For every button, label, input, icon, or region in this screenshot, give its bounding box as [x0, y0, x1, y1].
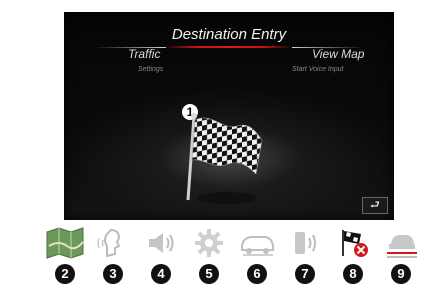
callout-3: 3	[103, 264, 123, 284]
traffic-button[interactable]: Traffic	[128, 47, 160, 61]
phone-icon	[295, 232, 316, 254]
settings-button[interactable]: 5	[188, 224, 230, 288]
callout-9: 9	[391, 264, 411, 284]
nav-screen: Destination Entry Traffic Settings View …	[64, 12, 394, 220]
callout-7: 7	[295, 264, 315, 284]
telephone-button[interactable]: 7	[284, 224, 326, 288]
callout-2: 2	[55, 264, 75, 284]
volume-icon	[149, 233, 174, 253]
callout-6: 6	[247, 264, 267, 284]
view-map-button[interactable]: View Map	[312, 47, 364, 61]
vehicle-button[interactable]: 6	[236, 224, 278, 288]
cancel-guidance-button[interactable]: 8	[332, 224, 374, 288]
callout-8: 8	[343, 264, 363, 284]
main-toolbar: 2 3 4 5 6 7 8 9	[44, 224, 434, 288]
back-button[interactable]: ⮐	[362, 197, 388, 214]
voice-button[interactable]: 3	[92, 224, 134, 288]
vehicle-icon	[241, 236, 274, 256]
callout-4: 4	[151, 264, 171, 284]
callout-5: 5	[199, 264, 219, 284]
voice-control-icon	[97, 228, 121, 258]
lane-guidance-icon	[387, 235, 417, 258]
voice-input-label: Start Voice Input	[292, 66, 344, 73]
cancel-route-icon	[342, 230, 368, 257]
audio-button[interactable]: 4	[140, 224, 182, 288]
settings-gear-icon	[195, 229, 223, 257]
title-underline	[164, 46, 294, 48]
screen-title: Destination Entry	[171, 26, 287, 43]
destination-flag-icon[interactable]	[182, 110, 272, 215]
lane-button[interactable]: 9	[380, 224, 422, 288]
map-icon	[46, 227, 84, 259]
navi-map-button[interactable]: 2	[44, 224, 86, 288]
settings-label: Settings	[138, 66, 164, 73]
